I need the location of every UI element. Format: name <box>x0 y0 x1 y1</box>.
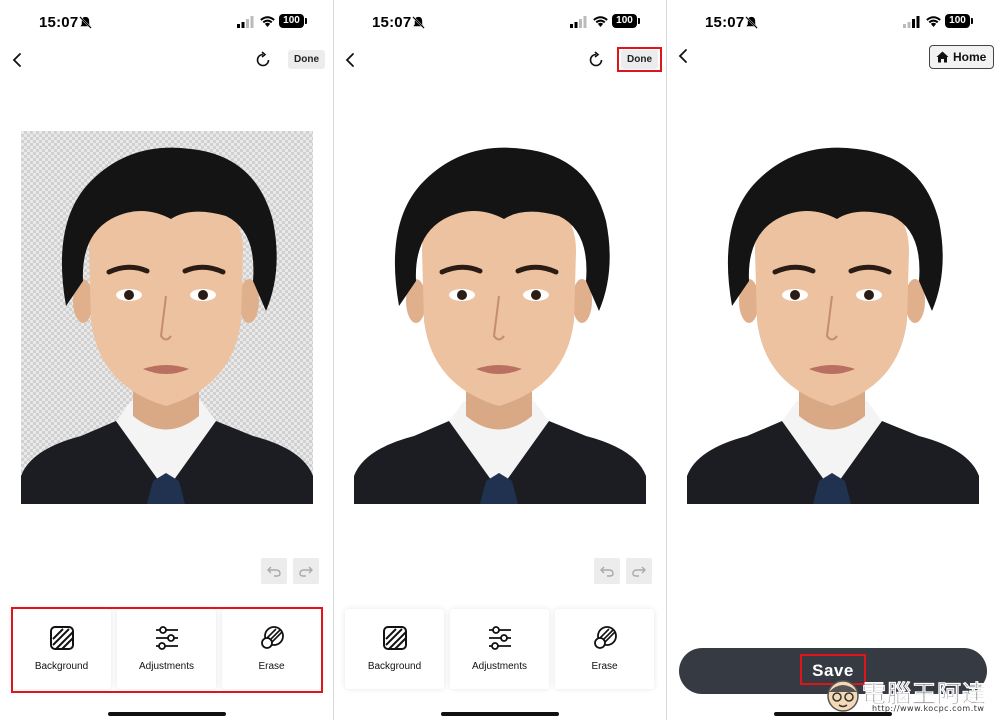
photo-preview-white <box>354 131 646 504</box>
house-icon <box>936 51 949 63</box>
eraser-icon <box>593 626 617 649</box>
bell-muted-icon <box>412 16 425 29</box>
tool-bar: Background Adjustments Erase <box>345 609 654 689</box>
wifi-icon <box>260 16 275 27</box>
tool-adjustments[interactable]: Adjustments <box>117 609 216 689</box>
eraser-icon <box>260 626 284 649</box>
photo-final <box>687 131 979 504</box>
reset-icon[interactable] <box>254 51 272 69</box>
status-bar: 15:07 100 <box>1 12 333 34</box>
tool-adjustments[interactable]: Adjustments <box>450 609 549 689</box>
back-chevron-icon[interactable] <box>344 52 358 68</box>
home-label: Home <box>953 50 987 64</box>
tool-erase[interactable]: Erase <box>222 609 321 689</box>
panel-transparent-edit: 15:07 100 Done Background Adjustments Er… <box>1 0 333 720</box>
tool-label: Background <box>367 661 422 672</box>
sliders-icon <box>155 626 178 650</box>
undo-button[interactable] <box>594 558 620 584</box>
battery-indicator: 100 <box>945 14 973 28</box>
redo-button[interactable] <box>293 558 319 584</box>
cellular-signal-icon <box>903 16 920 28</box>
battery-indicator: 100 <box>279 14 307 28</box>
status-bar: 15:07 100 <box>334 12 666 34</box>
status-time: 15:07 <box>39 14 79 31</box>
undo-arrow-icon <box>267 566 281 577</box>
panel-final: 15:07 100 Home Save <box>667 0 999 720</box>
home-button[interactable]: Home <box>929 45 995 69</box>
history-controls <box>261 558 319 584</box>
background-icon <box>382 626 407 650</box>
tool-background[interactable]: Background <box>12 609 111 689</box>
tool-bar: Background Adjustments Erase <box>12 609 321 689</box>
status-time: 15:07 <box>705 14 745 31</box>
tool-background[interactable]: Background <box>345 609 444 689</box>
done-button[interactable]: Done <box>288 50 325 69</box>
watermark-url: http://www.kocpc.com.tw <box>872 704 985 713</box>
done-button[interactable]: Done <box>621 50 658 69</box>
home-indicator <box>108 712 226 716</box>
tool-label: Adjustments <box>471 661 528 672</box>
bell-muted-icon <box>79 16 92 29</box>
redo-arrow-icon <box>299 566 313 577</box>
tool-label: Erase <box>591 661 618 672</box>
tool-label: Erase <box>258 661 285 672</box>
tool-label: Adjustments <box>138 661 195 672</box>
panel-white-background: 15:07 100 Done Background Adjustments Er… <box>334 0 666 720</box>
redo-button[interactable] <box>626 558 652 584</box>
mascot-logo-icon <box>827 680 859 712</box>
wifi-icon <box>926 16 941 27</box>
undo-arrow-icon <box>600 566 614 577</box>
portrait-image <box>354 131 646 504</box>
undo-button[interactable] <box>261 558 287 584</box>
sliders-icon <box>488 626 511 650</box>
portrait-image <box>21 131 313 504</box>
cellular-signal-icon <box>237 16 254 28</box>
history-controls <box>594 558 652 584</box>
reset-icon[interactable] <box>587 51 605 69</box>
cellular-signal-icon <box>570 16 587 28</box>
status-time: 15:07 <box>372 14 412 31</box>
back-chevron-icon[interactable] <box>677 48 691 64</box>
bell-muted-icon <box>745 16 758 29</box>
photo-preview-transparent <box>21 131 313 504</box>
redo-arrow-icon <box>632 566 646 577</box>
wifi-icon <box>593 16 608 27</box>
status-bar: 15:07 100 <box>667 12 999 34</box>
home-indicator <box>441 712 559 716</box>
background-icon <box>49 626 74 650</box>
battery-indicator: 100 <box>612 14 640 28</box>
tool-erase[interactable]: Erase <box>555 609 654 689</box>
back-chevron-icon[interactable] <box>11 52 25 68</box>
watermark: 電腦王阿達 http://www.kocpc.com.tw <box>824 672 992 716</box>
portrait-image <box>687 131 979 504</box>
tool-label: Background <box>34 661 89 672</box>
